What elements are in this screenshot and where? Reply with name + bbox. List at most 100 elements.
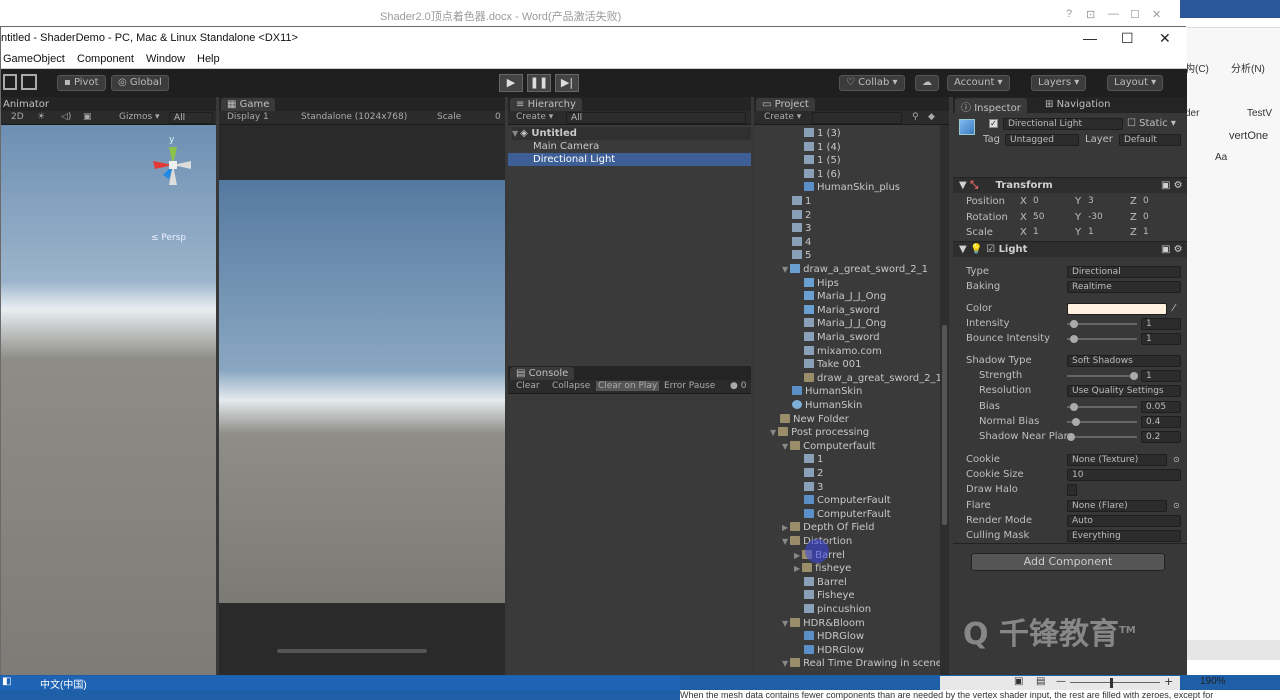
unity-minimize-button[interactable]: — [1083, 30, 1097, 46]
project-item[interactable]: 1 (3) [754, 127, 841, 140]
project-item[interactable]: 5 [754, 249, 811, 262]
light-checkbox[interactable]: ☑ [986, 244, 995, 255]
project-item[interactable]: HumanSkin [754, 385, 862, 398]
light-settings-icon[interactable]: ▣ ⚙ [1161, 242, 1183, 258]
pause-button[interactable]: ❚❚ [527, 74, 551, 92]
unity-close-button[interactable]: ✕ [1159, 30, 1171, 47]
zoom-percent[interactable]: 190% [1200, 676, 1226, 687]
hierarchy-item-directional-light[interactable]: Directional Light [508, 153, 751, 166]
render-mode-dropdown[interactable]: Auto [1067, 515, 1181, 527]
shadow-near-plane-slider[interactable] [1067, 436, 1137, 438]
transform-x-field[interactable]: 50 [1029, 211, 1073, 224]
expand-icon[interactable]: ▼ [782, 442, 788, 451]
collapse-icon[interactable]: ▶ [794, 551, 800, 560]
transform-tool-icon[interactable] [21, 74, 37, 90]
expand-icon[interactable]: ▼ [782, 537, 788, 546]
gizmos-dropdown[interactable]: Gizmos ▾ [119, 112, 160, 122]
transform-y-field[interactable]: 3 [1084, 196, 1128, 208]
read-mode-icon[interactable]: ▣ [1014, 676, 1023, 687]
game-render[interactable] [219, 180, 505, 603]
expand-icon[interactable]: ▼ [782, 659, 788, 668]
intensity-value[interactable]: 1 [1141, 318, 1181, 330]
project-item[interactable]: ComputerFault [754, 494, 891, 507]
account-dropdown[interactable]: Account ▾ [947, 75, 1010, 91]
transform-y-field[interactable]: 1 [1084, 227, 1128, 239]
zoom-out-button[interactable]: — [1056, 676, 1066, 687]
baking-dropdown[interactable]: Realtime [1067, 281, 1181, 293]
audio-toggle-icon[interactable]: ◁) [61, 112, 71, 122]
project-item[interactable]: ComputerFault [754, 508, 891, 521]
project-item[interactable]: ▶ Barrel [754, 549, 845, 562]
add-component-button[interactable]: Add Component [971, 553, 1165, 571]
project-item[interactable]: ▼ HDR&Bloom [754, 617, 865, 630]
ribbon-tab-analysis[interactable]: 分析(N) [1231, 60, 1265, 75]
word-minimize-button[interactable]: — [1108, 8, 1119, 20]
scene-view[interactable]: y ≤ Persp [1, 125, 216, 683]
color-swatch[interactable] [1067, 303, 1167, 315]
collab-button[interactable]: ♡ Collab ▾ [839, 75, 905, 91]
scene-search-input[interactable]: All [169, 112, 213, 124]
expand-icon[interactable]: ▼ [770, 428, 776, 437]
rect-tool-icon[interactable] [3, 74, 17, 90]
project-label-icon[interactable]: ◆ [928, 112, 935, 122]
culling-mask-dropdown[interactable]: Everything [1067, 530, 1181, 542]
type-dropdown[interactable]: Directional [1067, 266, 1181, 278]
transform-y-field[interactable]: -30 [1084, 211, 1128, 224]
light-header[interactable]: ▼ 💡 ☑ Light ▣ ⚙ [953, 241, 1187, 257]
transform-z-field[interactable]: 1 [1139, 227, 1183, 239]
project-item[interactable]: HumanSkin [754, 399, 862, 412]
bias-slider-thumb[interactable] [1070, 403, 1079, 411]
font-aa-button[interactable]: Aa [1215, 152, 1227, 163]
project-item[interactable]: ▼ draw_a_great_sword_2_1 [754, 263, 928, 276]
scene-gizmo-icon[interactable]: y [141, 135, 201, 195]
lighting-toggle-icon[interactable]: ☀ [37, 112, 45, 122]
object-picker-icon[interactable]: ⊙ [1173, 499, 1180, 512]
project-item[interactable]: Take 001 [754, 358, 861, 371]
project-item[interactable]: 1 [754, 195, 811, 208]
step-button[interactable]: ▶| [555, 74, 579, 92]
print-layout-icon[interactable]: ▤ [1036, 676, 1045, 687]
normal-bias-value[interactable]: 0.4 [1141, 416, 1181, 428]
console-clear-button[interactable]: Clear [516, 381, 540, 391]
flare-field[interactable]: None (Flare) [1067, 500, 1167, 512]
project-item[interactable]: ▶ fisheye [754, 562, 851, 575]
hierarchy-search-input[interactable]: All [566, 112, 746, 124]
expand-icon[interactable]: ▼ [782, 619, 788, 628]
object-picker-icon[interactable]: ⊙ [1173, 453, 1180, 466]
project-item[interactable]: HumanSkin_plus [754, 181, 900, 194]
project-item[interactable]: 2 [754, 467, 823, 480]
project-item[interactable]: HDRGlow [754, 644, 864, 657]
bias-value[interactable]: 0.05 [1141, 401, 1181, 413]
project-item[interactable]: draw_a_great_sword_2_1A [754, 372, 940, 385]
bounce-intensity-value[interactable]: 1 [1141, 333, 1181, 345]
resolution-dropdown[interactable]: Use Quality Settings [1067, 385, 1181, 397]
resolution-dropdown[interactable]: Standalone (1024x768) [301, 112, 407, 122]
draw-halo-checkbox[interactable] [1067, 484, 1077, 496]
word-ribbon-toggle-icon[interactable]: ⊡ [1086, 8, 1095, 21]
project-filter-icon[interactable]: ⚲ [912, 112, 919, 122]
game-scrollbar[interactable] [277, 649, 427, 653]
project-item[interactable]: 1 (4) [754, 141, 841, 154]
cookie-size-field[interactable]: 10 [1067, 469, 1181, 481]
project-item[interactable]: ▼ Computerfault [754, 440, 876, 453]
shadow-type-dropdown[interactable]: Soft Shadows [1067, 355, 1181, 367]
project-item[interactable]: Hips [754, 277, 839, 290]
project-item[interactable]: 1 [754, 453, 823, 466]
bounce-intensity-slider-thumb[interactable] [1070, 335, 1079, 343]
project-item[interactable]: 4 [754, 236, 811, 249]
menu-component[interactable]: Component [77, 53, 134, 65]
effects-toggle-icon[interactable]: ▣ [83, 112, 92, 122]
layout-dropdown[interactable]: Layout ▾ [1107, 75, 1164, 91]
project-item[interactable]: ▶ Depth Of Field [754, 521, 874, 534]
project-item[interactable]: HDRGlow [754, 630, 864, 643]
tab-inspector[interactable]: ⓘ Inspector [955, 98, 1027, 114]
strength-slider[interactable] [1067, 375, 1137, 377]
project-item[interactable]: Maria_J_J_Ong [754, 317, 886, 330]
transform-z-field[interactable]: 0 [1139, 196, 1183, 208]
cloud-button[interactable]: ☁ [915, 75, 939, 91]
ribbon-tab-structure[interactable]: 构(C) [1185, 60, 1209, 75]
collapse-icon[interactable]: ▶ [794, 564, 800, 573]
mode-2d-toggle[interactable]: 2D [11, 112, 24, 122]
global-toggle[interactable]: ◎ Global [111, 75, 169, 91]
layers-dropdown[interactable]: Layers ▾ [1031, 75, 1087, 91]
